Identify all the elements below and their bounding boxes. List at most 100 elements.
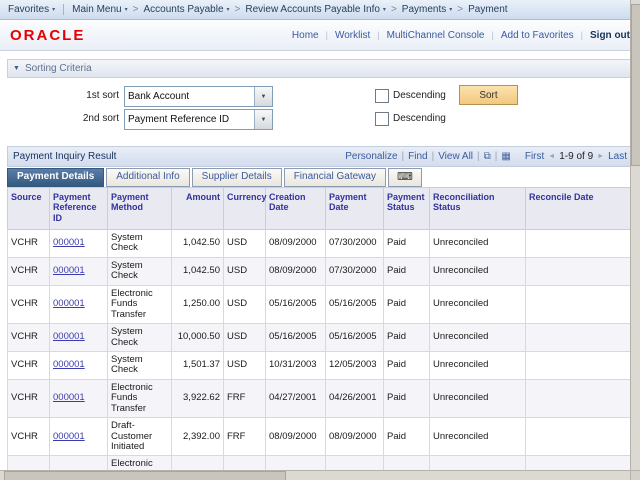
- table-row: VCHR000001Electronic Funds Transfer1,250…: [8, 285, 633, 323]
- tab-show-columns[interactable]: ⌨: [388, 168, 422, 187]
- cell-source: VCHR: [8, 230, 50, 258]
- cell-payment-reference: 000001: [50, 379, 108, 417]
- cell-payment-date: 07/30/2000: [326, 257, 384, 285]
- cell-amount: 10,000.50: [172, 324, 224, 352]
- tab-additional-info[interactable]: Additional Info: [106, 168, 189, 187]
- cell-reconcile-date: [526, 379, 633, 417]
- table-row: VCHR000001Draft-Customer Initiated2,392.…: [8, 418, 633, 456]
- payment-reference-link[interactable]: 000001: [53, 237, 85, 248]
- column-header-currency[interactable]: Currency: [224, 188, 266, 230]
- favorites-menu[interactable]: Favorites ▾: [8, 4, 55, 15]
- cell-currency: USD: [224, 257, 266, 285]
- header-link-multichannel-console[interactable]: MultiChannel Console: [387, 30, 485, 41]
- first-link[interactable]: First: [525, 151, 544, 162]
- breadcrumb-item-main-menu[interactable]: Main Menu ▾: [72, 4, 127, 15]
- horizontal-scrollbar-thumb[interactable]: [4, 471, 286, 480]
- payment-reference-link[interactable]: 000001: [53, 359, 85, 370]
- cell-amount: 1,501.37: [172, 351, 224, 379]
- cell-payment-method: System Check: [108, 230, 172, 258]
- cell-reconcile-date: [526, 230, 633, 258]
- cell-payment-date: 05/16/2005: [326, 324, 384, 352]
- vertical-scrollbar[interactable]: [630, 0, 640, 471]
- first-sort-select[interactable]: Bank Account ▼: [124, 86, 273, 107]
- keyboard-icon: ⌨: [397, 171, 413, 183]
- payment-reference-link[interactable]: 000001: [53, 431, 85, 442]
- popup-grid-icon[interactable]: ⧉: [484, 152, 491, 162]
- column-header-payment-method[interactable]: Payment Method: [108, 188, 172, 230]
- dropdown-arrow-icon[interactable]: ▼: [254, 87, 272, 106]
- breadcrumb-divider: [63, 4, 64, 15]
- cell-amount: 1,250.00: [172, 285, 224, 323]
- tab-supplier-details[interactable]: Supplier Details: [192, 168, 282, 187]
- column-header-creation-date[interactable]: Creation Date: [266, 188, 326, 230]
- cell-payment-status: Paid: [384, 351, 430, 379]
- header-link-worklist[interactable]: Worklist: [335, 30, 370, 41]
- breadcrumb-item-payments[interactable]: Payments▾: [402, 4, 452, 15]
- cell-reconciliation-status: Unreconciled: [430, 257, 526, 285]
- peoplesoft-window: Favorites ▾ Main Menu▾>Accounts Payable▾…: [0, 0, 640, 480]
- table-row: VCHR000001System Check1,042.50USD08/09/2…: [8, 230, 633, 258]
- second-sort-select[interactable]: Payment Reference ID ▼: [124, 109, 273, 130]
- cell-payment-reference: 000001: [50, 230, 108, 258]
- cell-reconcile-date: [526, 351, 633, 379]
- payment-reference-link[interactable]: 000001: [53, 331, 85, 342]
- horizontal-scrollbar[interactable]: [0, 470, 631, 480]
- breadcrumb: Main Menu▾>Accounts Payable▾>Review Acco…: [72, 4, 507, 15]
- cell-payment-method: System Check: [108, 257, 172, 285]
- tab-financial-gateway[interactable]: Financial Gateway: [284, 168, 386, 187]
- collapse-triangle-icon[interactable]: ▼: [13, 65, 20, 72]
- table-row: VCHR000001Electronic Funds Transfer3,922…: [8, 379, 633, 417]
- header-link-add-to-favorites[interactable]: Add to Favorites: [501, 30, 574, 41]
- cell-amount: 3,922.62: [172, 379, 224, 417]
- table-body: VCHR000001System Check1,042.50USD08/09/2…: [8, 230, 633, 480]
- cell-creation-date: 08/09/2000: [266, 418, 326, 456]
- column-header-payment-reference-id[interactable]: Payment Reference ID: [50, 188, 108, 230]
- find-link[interactable]: Find: [408, 151, 427, 162]
- chevron-down-icon: ▾: [383, 7, 386, 13]
- cell-payment-status: Paid: [384, 230, 430, 258]
- breadcrumb-item-payment[interactable]: Payment: [468, 4, 507, 15]
- cell-payment-status: Paid: [384, 324, 430, 352]
- breadcrumb-item-label: Accounts Payable: [143, 4, 223, 15]
- oracle-logo: ORACLE: [10, 27, 85, 44]
- column-header-payment-date[interactable]: Payment Date: [326, 188, 384, 230]
- cell-payment-reference: 000001: [50, 418, 108, 456]
- previous-page-icon[interactable]: ◄: [548, 153, 555, 160]
- dropdown-arrow-icon[interactable]: ▼: [254, 110, 272, 129]
- vertical-scrollbar-thumb[interactable]: [631, 4, 640, 166]
- tab-payment-details[interactable]: Payment Details: [7, 168, 104, 187]
- row-range: 1-9 of 9: [559, 151, 593, 162]
- cell-source: VCHR: [8, 257, 50, 285]
- cell-source: VCHR: [8, 379, 50, 417]
- personalize-link[interactable]: Personalize: [345, 151, 397, 162]
- last-link[interactable]: Last: [608, 151, 627, 162]
- column-header-source[interactable]: Source: [8, 188, 50, 230]
- payment-reference-link[interactable]: 000001: [53, 265, 85, 276]
- tool-separator: |: [402, 151, 405, 162]
- view-all-link[interactable]: View All: [438, 151, 473, 162]
- second-descending-checkbox[interactable]: [375, 112, 389, 126]
- payment-reference-link[interactable]: 000001: [53, 392, 85, 403]
- column-header-reconciliation-status[interactable]: Reconciliation Status: [430, 188, 526, 230]
- column-header-amount[interactable]: Amount: [172, 188, 224, 230]
- header-link-home[interactable]: Home: [292, 30, 319, 41]
- next-page-icon[interactable]: ►: [597, 153, 604, 160]
- breadcrumb-item-review-accounts-payable-info[interactable]: Review Accounts Payable Info▾: [245, 4, 386, 15]
- download-spreadsheet-icon[interactable]: ▦: [501, 152, 510, 162]
- breadcrumb-item-accounts-payable[interactable]: Accounts Payable▾: [143, 4, 229, 15]
- sorting-criteria-header[interactable]: ▼ Sorting Criteria: [7, 59, 633, 78]
- chevron-down-icon: ▾: [125, 7, 128, 13]
- tool-separator: |: [432, 151, 435, 162]
- sort-button[interactable]: Sort: [459, 85, 518, 105]
- first-descending-checkbox[interactable]: [375, 89, 389, 103]
- breadcrumb-item-label: Main Menu: [72, 4, 121, 15]
- table-row: VCHR000001System Check1,042.50USD08/09/2…: [8, 257, 633, 285]
- payment-reference-link[interactable]: 000001: [53, 298, 85, 309]
- column-header-reconcile-date[interactable]: Reconcile Date: [526, 188, 633, 230]
- signout-link[interactable]: Sign out: [590, 30, 630, 41]
- first-sort-label: 1st sort: [7, 90, 119, 101]
- scrollbar-corner: [630, 470, 640, 480]
- cell-payment-date: 04/26/2001: [326, 379, 384, 417]
- header-link-separator: |: [581, 30, 583, 40]
- column-header-payment-status[interactable]: Payment Status: [384, 188, 430, 230]
